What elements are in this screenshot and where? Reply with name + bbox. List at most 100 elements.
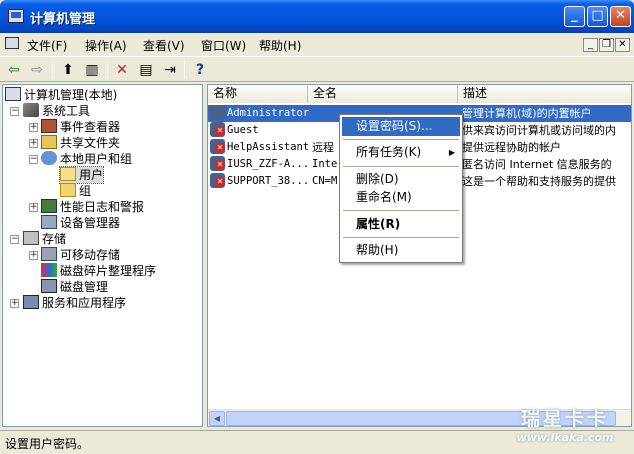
tree-item-shared-folders[interactable]: 共享文件夹 bbox=[41, 135, 120, 151]
tree-root-label: 计算机管理(本地) bbox=[24, 88, 118, 102]
watermark-logo: 瑞星卡卡 www.ikaka.com bbox=[500, 404, 630, 452]
menu-bar: 文件(F) 操作(A) 查看(V) 窗口(W) 帮助(H) _ ❐ ✕ bbox=[0, 33, 634, 55]
user-fullname: Inte bbox=[312, 158, 338, 170]
collapse-storage[interactable]: − bbox=[10, 235, 19, 244]
user-description: 供来宾访问计算机或访问域的内 bbox=[462, 124, 616, 137]
menu-help[interactable]: 帮助(H) bbox=[259, 37, 301, 54]
menu-separator bbox=[343, 139, 459, 140]
mdi-close-button[interactable]: ✕ bbox=[615, 38, 630, 52]
user-fullname: CN=M bbox=[312, 175, 338, 187]
toolbar-separator bbox=[184, 61, 185, 79]
tree-item-system-tools[interactable]: 系统工具 bbox=[23, 103, 90, 119]
system-menu-icon[interactable] bbox=[5, 37, 19, 49]
user-description: 这是一个帮助和支持服务的提供 bbox=[462, 175, 616, 188]
user-name: IUSR_ZZF-A... bbox=[227, 158, 310, 170]
minimize-button[interactable]: _ bbox=[564, 6, 585, 27]
user-name: HelpAssistant bbox=[227, 141, 310, 153]
folder-open-icon bbox=[60, 167, 76, 181]
tree-item-local-users-groups[interactable]: 本地用户和组 bbox=[41, 151, 132, 167]
menu-item-all-tasks[interactable]: 所有任务(K) ▶ bbox=[342, 143, 460, 162]
computer-management-icon bbox=[5, 87, 21, 101]
toolbar-separator bbox=[107, 61, 108, 79]
expand-event-viewer[interactable]: + bbox=[29, 123, 38, 132]
folder-icon bbox=[60, 183, 76, 197]
menu-view[interactable]: 查看(V) bbox=[143, 37, 185, 54]
menu-item-help[interactable]: 帮助(H) bbox=[342, 241, 460, 260]
tree-item-event-viewer[interactable]: 事件查看器 bbox=[41, 119, 120, 135]
menu-window[interactable]: 窗口(W) bbox=[201, 37, 246, 54]
user-description: 提供远程协助的帐户 bbox=[462, 141, 561, 154]
forward-icon[interactable]: ⇨ bbox=[27, 60, 47, 80]
show-hide-tree-icon[interactable]: ▥ bbox=[82, 60, 102, 80]
tree-item-groups[interactable]: 组 bbox=[60, 183, 91, 199]
user-icon bbox=[210, 105, 225, 120]
properties-icon[interactable]: ▤ bbox=[136, 60, 156, 80]
collapse-system-tools[interactable]: − bbox=[10, 107, 19, 116]
expand-performance-logs[interactable]: + bbox=[29, 203, 38, 212]
disabled-user-icon bbox=[210, 139, 225, 154]
performance-icon bbox=[41, 199, 57, 213]
close-button[interactable]: ✕ bbox=[610, 6, 631, 27]
scroll-left-button[interactable]: ◀ bbox=[209, 411, 225, 426]
menu-separator bbox=[343, 210, 459, 211]
tree-item-users[interactable]: 用户 bbox=[58, 166, 105, 184]
user-description: 匿名访问 Internet 信息服务的 bbox=[462, 158, 612, 171]
mdi-minimize-button[interactable]: _ bbox=[583, 38, 598, 52]
watermark-url: www.ikaka.com bbox=[516, 431, 614, 444]
watermark-brand: 瑞星卡卡 bbox=[520, 408, 609, 430]
menu-item-properties[interactable]: 属性(R) bbox=[342, 215, 460, 234]
tree-item-storage[interactable]: 存储 bbox=[23, 231, 66, 247]
tree-item-disk-management[interactable]: 磁盘管理 bbox=[41, 279, 108, 295]
menu-file[interactable]: 文件(F) bbox=[27, 37, 67, 54]
tree-item-device-manager[interactable]: 设备管理器 bbox=[41, 215, 120, 231]
tools-icon bbox=[23, 103, 39, 117]
menu-item-set-password[interactable]: 设置密码(S)... bbox=[342, 117, 460, 136]
disabled-user-icon bbox=[210, 173, 225, 188]
menu-separator bbox=[343, 166, 459, 167]
console-tree[interactable]: 计算机管理(本地) − 系统工具 + 事件查看器 + 共享文件夹 − 本地用户和… bbox=[2, 84, 203, 427]
menu-action[interactable]: 操作(A) bbox=[85, 37, 127, 54]
disabled-user-icon bbox=[210, 156, 225, 171]
defrag-icon bbox=[41, 263, 57, 277]
mdi-controls: _ ❐ ✕ bbox=[582, 36, 630, 52]
users-icon bbox=[41, 151, 57, 165]
disabled-user-icon bbox=[210, 122, 225, 137]
title-bar[interactable]: 计算机管理 _ □ ✕ bbox=[0, 0, 634, 33]
expand-shared-folders[interactable]: + bbox=[29, 139, 38, 148]
expand-services-apps[interactable]: + bbox=[10, 299, 19, 308]
delete-icon[interactable]: ✕ bbox=[112, 60, 132, 80]
tree-item-performance-logs[interactable]: 性能日志和警报 bbox=[41, 199, 144, 215]
mdi-restore-button[interactable]: ❐ bbox=[599, 38, 614, 52]
computer-management-icon bbox=[8, 9, 24, 23]
column-header-name[interactable]: 名称 bbox=[208, 85, 308, 103]
user-name: Guest bbox=[227, 124, 259, 136]
menu-separator bbox=[343, 237, 459, 238]
export-list-icon[interactable]: ⇥ bbox=[160, 60, 180, 80]
column-header-description[interactable]: 描述 bbox=[458, 85, 631, 103]
user-name: SUPPORT_38... bbox=[227, 175, 310, 187]
maximize-button[interactable]: □ bbox=[587, 6, 608, 27]
device-manager-icon bbox=[41, 215, 57, 229]
help-icon[interactable]: ? bbox=[190, 60, 210, 80]
event-viewer-icon bbox=[41, 119, 57, 133]
column-header-fullname[interactable]: 全名 bbox=[308, 85, 458, 103]
tree-item-defragmenter[interactable]: 磁盘碎片整理程序 bbox=[41, 263, 156, 279]
tree-root[interactable]: 计算机管理(本地) bbox=[5, 87, 117, 103]
shared-folder-icon bbox=[41, 135, 57, 149]
expand-removable-storage[interactable]: + bbox=[29, 251, 38, 260]
toolbar-separator bbox=[52, 61, 53, 79]
collapse-local-users[interactable]: − bbox=[29, 155, 38, 164]
back-icon[interactable]: ⇦ bbox=[4, 60, 24, 80]
services-icon bbox=[23, 295, 39, 309]
user-description: 管理计算机(域)的内置帐户 bbox=[462, 107, 592, 120]
toolbar: ⇦ ⇨ ⬆ ▥ ✕ ▤ ⇥ ? bbox=[0, 56, 634, 82]
tree-item-removable-storage[interactable]: 可移动存储 bbox=[41, 247, 120, 263]
context-menu: 设置密码(S)... 所有任务(K) ▶ 删除(D) 重命名(M) 属性(R) … bbox=[339, 114, 463, 263]
user-fullname: 远程 bbox=[312, 141, 334, 154]
column-headers: 名称 全名 描述 bbox=[208, 85, 631, 103]
menu-item-rename[interactable]: 重命名(M) bbox=[342, 188, 460, 207]
menu-item-delete[interactable]: 删除(D) bbox=[342, 170, 460, 189]
up-level-icon[interactable]: ⬆ bbox=[58, 60, 78, 80]
user-name: Administrator bbox=[227, 107, 310, 119]
tree-item-services-applications[interactable]: 服务和应用程序 bbox=[23, 295, 126, 311]
